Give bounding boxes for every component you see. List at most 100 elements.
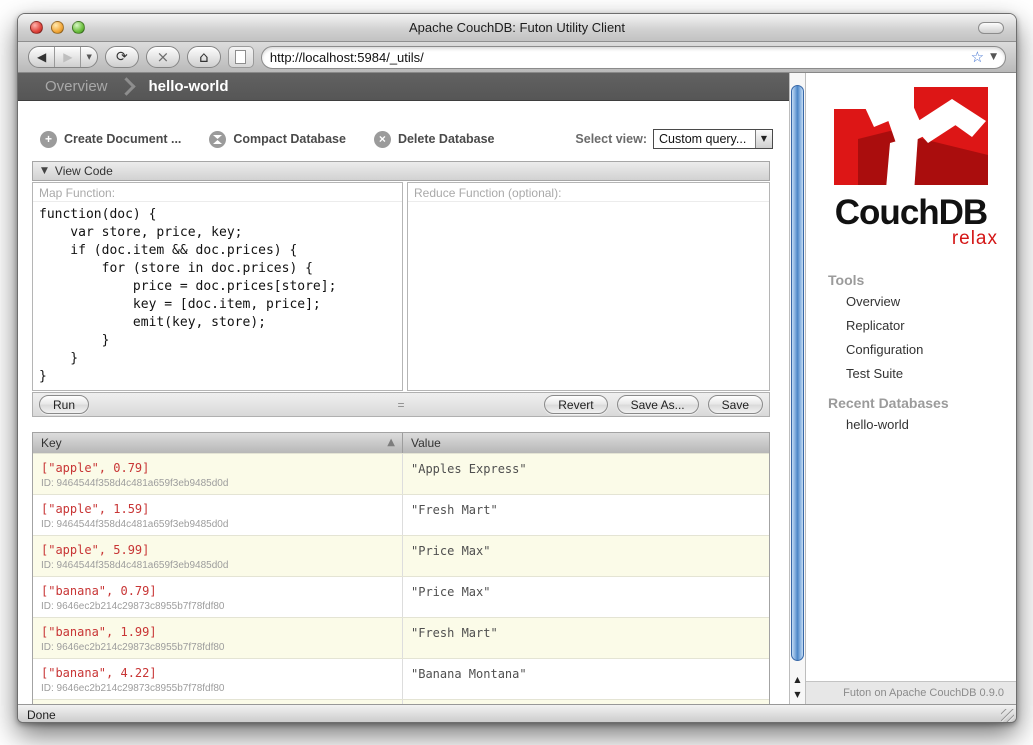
status-bar: Done [18,704,1016,723]
browser-toolbar: ◀ ▶ ▼ ⟳ × ⌂ ☆ [18,42,1016,73]
stop-button[interactable]: × [146,46,180,68]
reload-icon: ⟳ [116,50,128,64]
home-button[interactable]: ⌂ [187,46,221,68]
row-doc-id: ID: 9464544f358d4c481a659f3eb9485d0d [41,478,394,489]
couchdb-logo: CouchDB relax [818,85,1004,250]
view-code-toggle[interactable]: ▼ View Code [32,161,770,181]
table-row[interactable]: ["banana", 1.99] ID: 9646ec2b214c29873c8… [33,617,769,658]
tools-heading: Tools [828,272,1016,288]
url-dropdown-icon[interactable]: ▼ [990,53,997,62]
row-value: "Apples Express" [403,454,769,494]
view-code-buttonbar: Run = Revert Save As... Save [32,392,770,417]
sidebar-item-hello-world[interactable]: hello-world [846,417,1016,432]
create-document-button[interactable]: + Create Document ... [40,131,181,148]
delete-database-label: Delete Database [398,132,495,146]
row-value: "Banana Montana" [403,659,769,699]
row-value: "Price Max" [403,577,769,617]
desktop: Apache CouchDB: Futon Utility Client ◀ ▶… [0,0,1033,745]
stop-icon: × [157,50,170,65]
row-key: ["apple", 5.99] [41,543,394,557]
back-icon: ◀ [37,51,46,63]
reduce-function-label: Reduce Function (optional): [408,183,769,202]
page-icon [235,50,246,64]
row-doc-id: ID: 9646ec2b214c29873c8955b7f78fdf80 [41,601,394,612]
row-key: ["banana", 1.99] [41,625,394,639]
row-doc-id: ID: 9464544f358d4c481a659f3eb9485d0d [41,519,394,530]
breadcrumb: Overview hello-world [18,73,789,101]
map-function-editor[interactable]: function(doc) { var store, price, key; i… [33,202,402,390]
row-doc-id: ID: 9464544f358d4c481a659f3eb9485d0d [41,560,394,571]
reload-button[interactable]: ⟳ [105,46,139,68]
browser-window: Apache CouchDB: Futon Utility Client ◀ ▶… [17,13,1017,723]
breadcrumb-chevron-icon [117,77,135,95]
row-key: ["banana", 0.79] [41,584,394,598]
table-row[interactable]: ["banana", 4.22] ID: 9646ec2b214c29873c8… [33,658,769,699]
row-key: ["apple", 0.79] [41,461,394,475]
table-row[interactable]: ["apple", 0.79] ID: 9464544f358d4c481a65… [33,453,769,494]
revert-button[interactable]: Revert [544,395,607,414]
forward-button[interactable]: ▶ [54,47,80,67]
logo-title: CouchDB [818,195,1004,230]
url-input[interactable] [270,50,971,65]
view-code-section: ▼ View Code Map Function: function(doc) … [32,161,770,417]
row-value: "Price Max" [403,536,769,576]
nav-cluster: ◀ ▶ ▼ [28,46,98,68]
scrollbar-thumb[interactable] [791,85,804,661]
compact-database-button[interactable]: Compact Database [209,131,346,148]
compact-circle-icon [209,131,226,148]
scroll-up-button[interactable]: ▲ [790,672,805,687]
run-button[interactable]: Run [39,395,89,414]
sidebar-item-replicator[interactable]: Replicator [846,318,1016,333]
save-button[interactable]: Save [708,395,763,414]
key-column-header[interactable]: Key ▲ [33,433,403,453]
view-code-title: View Code [55,164,113,178]
row-doc-id: ID: 9646ec2b214c29873c8955b7f78fdf80 [41,683,394,694]
breadcrumb-overview-link[interactable]: Overview [45,78,108,95]
delete-database-button[interactable]: × Delete Database [374,131,495,148]
table-row[interactable]: ["apple", 1.59] ID: 9464544f358d4c481a65… [33,494,769,535]
sidebar-item-test-suite[interactable]: Test Suite [846,366,1016,381]
window-titlebar: Apache CouchDB: Futon Utility Client [18,14,1016,42]
select-view-dropdown[interactable]: Custom query... ▼ [653,129,773,149]
recent-databases-heading: Recent Databases [828,395,1016,411]
reduce-function-pane: Reduce Function (optional): [407,182,770,391]
table-row[interactable]: ["apple", 5.99] ID: 9464544f358d4c481a65… [33,535,769,576]
save-as-button[interactable]: Save As... [617,395,699,414]
row-value: "Fresh Mart" [403,495,769,535]
window-title: Apache CouchDB: Futon Utility Client [18,20,1016,35]
compact-database-label: Compact Database [233,132,346,146]
key-header-label: Key [41,436,62,450]
resize-grip[interactable] [1001,709,1014,722]
create-document-label: Create Document ... [64,132,181,146]
splitter-grip[interactable]: = [397,398,404,412]
toolbar-toggle-button[interactable] [978,22,1004,34]
history-dropdown-button[interactable]: ▼ [80,47,96,67]
value-column-header[interactable]: Value [403,433,769,453]
table-row[interactable]: ["banana", 0.79] ID: 9646ec2b214c29873c8… [33,576,769,617]
page-body: + Create Document ... Compact Database ×… [18,101,789,704]
url-bar: ☆ ▼ [261,46,1006,69]
proxy-page-button[interactable] [228,46,254,68]
content-area: Overview hello-world + Create Document .… [18,73,1016,704]
plus-circle-icon: + [40,131,57,148]
breadcrumb-current-database: hello-world [149,78,229,95]
reduce-function-editor[interactable] [408,202,769,390]
row-key: ["banana", 4.22] [41,666,394,680]
scroll-down-button[interactable]: ▼ [790,687,805,702]
vertical-scrollbar[interactable]: ▲ ▼ [789,73,806,704]
couchdb-couch-graphic [826,85,996,193]
map-function-label: Map Function: [33,183,402,202]
home-icon: ⌂ [199,50,209,65]
sidebar: CouchDB relax Tools Overview Replicator … [806,73,1016,704]
select-view-value: Custom query... [654,132,755,146]
bookmark-star-icon[interactable]: ☆ [971,50,984,65]
sidebar-item-overview[interactable]: Overview [846,294,1016,309]
map-function-pane: Map Function: function(doc) { var store,… [32,182,403,391]
back-button[interactable]: ◀ [29,47,54,67]
collapse-triangle-icon: ▼ [41,167,48,176]
row-value: "Fresh Mart" [403,618,769,658]
forward-icon: ▶ [63,51,72,63]
sidebar-footer-version: Futon on Apache CouchDB 0.9.0 [806,681,1016,704]
chevron-down-icon: ▼ [86,54,91,61]
sidebar-item-configuration[interactable]: Configuration [846,342,1016,357]
